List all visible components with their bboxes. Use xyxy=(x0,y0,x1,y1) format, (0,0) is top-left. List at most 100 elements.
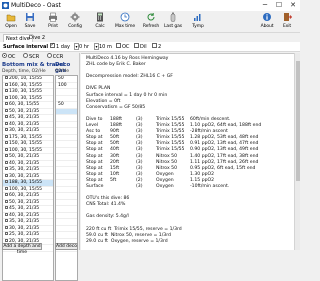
checkbox[interactable] xyxy=(5,186,8,190)
exit-button[interactable]: Exit xyxy=(278,12,296,32)
plan-row: Surface (3) Oxygen -10ft/min ascent. xyxy=(86,184,286,190)
checkbox[interactable] xyxy=(5,121,8,125)
printer-icon xyxy=(49,12,57,22)
checkbox[interactable] xyxy=(5,115,8,118)
checkbox[interactable] xyxy=(5,225,8,229)
dive-plan-pane[interactable]: MultiDeco 4.16 by Ross Hemingway ZHL code… xyxy=(81,53,300,250)
tab-dive-2[interactable]: Dive 2 xyxy=(27,34,47,42)
list-item-text: 188, 30, 15/55 xyxy=(9,180,43,185)
list-item-text: 30, 30, 21/35 xyxy=(9,225,40,231)
option-2[interactable]: 2 xyxy=(152,43,161,51)
app-logo-icon xyxy=(2,2,9,9)
checkbox[interactable] xyxy=(5,108,8,112)
option-dil[interactable]: Dil xyxy=(134,43,147,51)
checkbox[interactable] xyxy=(5,160,8,164)
plan-cell: -10ft/min ascent. xyxy=(190,183,230,189)
checkbox[interactable] xyxy=(5,199,8,203)
radio-ccr[interactable]: CCR xyxy=(46,53,63,60)
close-button[interactable]: ✕ xyxy=(286,0,300,11)
checkbox[interactable] xyxy=(5,180,8,183)
tymp-button[interactable]: Tymp xyxy=(189,12,207,32)
max-time-button[interactable]: Max time xyxy=(114,12,136,32)
list-item-text: 45, 30, 21/35 xyxy=(9,206,40,211)
add-bottom-button[interactable]: Add a depth and time xyxy=(2,243,42,255)
dive-plan-text: MultiDeco 4.16 by Ross Hemingway ZHL code… xyxy=(86,56,286,245)
checkbox[interactable] xyxy=(5,238,8,242)
radio[interactable] xyxy=(46,53,52,58)
surface-interval-label: Surface interval xyxy=(3,44,49,50)
info-icon xyxy=(263,13,271,21)
signal-icon xyxy=(194,14,201,21)
checkbox[interactable] xyxy=(5,232,8,235)
list-item-text: 25, 30, 21/35 xyxy=(9,232,40,237)
checkbox[interactable] xyxy=(5,128,8,131)
checkbox[interactable] xyxy=(5,95,8,99)
list-item-text: 200, 10, 15/55 xyxy=(9,76,43,81)
checkbox[interactable] xyxy=(116,43,121,48)
radio[interactable] xyxy=(2,53,7,58)
list-item-text: 130, 30, 15/55 xyxy=(9,89,43,94)
open-folder-icon xyxy=(6,14,16,22)
deco-gas-subheader: O2/He xyxy=(55,69,70,74)
checkbox[interactable] xyxy=(5,167,8,170)
list-item-text: 60, 30, 21/35 xyxy=(9,193,40,198)
save-disk-icon xyxy=(26,13,34,21)
scrollbar-thumb[interactable] xyxy=(296,61,300,181)
checkbox[interactable] xyxy=(5,82,8,86)
checkbox[interactable] xyxy=(5,76,8,79)
toolbar: Open Save Print Config Calc Max time Ref… xyxy=(0,11,300,33)
checkbox[interactable] xyxy=(5,206,8,209)
vertical-scrollbar[interactable] xyxy=(294,53,300,250)
calc-button[interactable]: Calc xyxy=(91,12,109,32)
checkbox[interactable] xyxy=(5,134,8,138)
last-gas-button[interactable]: Last gas xyxy=(162,12,184,32)
checkbox[interactable] xyxy=(5,141,8,144)
checkbox[interactable] xyxy=(5,173,8,177)
radio-oc[interactable]: OC xyxy=(2,53,15,60)
config-button[interactable]: Config xyxy=(66,12,84,32)
deco-gas-list[interactable]: 50 100 50 xyxy=(55,75,78,281)
maximize-button[interactable]: ☐ xyxy=(272,0,286,11)
settings-row: Surface interval 1 day ▾0 hr ▾10 m OC Di… xyxy=(0,41,300,52)
list-item-text: 40, 30, 21/35 xyxy=(9,160,40,166)
list-item-text: 50, 30, 21/35 xyxy=(9,154,40,159)
left-panel: OC SCR CCR Bottom mix & travel Depth, ti… xyxy=(0,53,80,281)
add-deco-button[interactable]: Add deco xyxy=(55,243,78,250)
refresh-icon xyxy=(147,13,155,21)
option-1-day[interactable]: 1 day xyxy=(50,41,70,51)
checkbox[interactable] xyxy=(5,147,8,151)
about-button[interactable]: About xyxy=(258,12,276,32)
option-0-hr[interactable]: ▾ 0 hr xyxy=(74,43,89,51)
checkbox[interactable] xyxy=(5,212,8,216)
exit-door-icon xyxy=(284,13,292,21)
plan-cell: (3) xyxy=(136,183,143,189)
list-item-text: 175, 30, 15/55 xyxy=(9,134,43,140)
list-item-text: 45, 30, 21/35 xyxy=(9,115,40,120)
print-button[interactable]: Print xyxy=(44,12,62,32)
option-oc[interactable]: OC xyxy=(116,43,129,51)
bottom-mix-list[interactable]: 200, 10, 15/55 160, 30, 15/55 130, 30, 15/… xyxy=(2,75,54,281)
minimize-button[interactable]: ─ xyxy=(258,0,272,11)
radio-scr[interactable]: SCR xyxy=(23,53,39,60)
mode-radio-group: OC SCR CCR xyxy=(2,53,78,61)
window-title: MultiDeco - Oast xyxy=(11,2,61,9)
refresh-button[interactable]: Refresh xyxy=(142,12,160,32)
list-item-text: 50, 30, 21/35 xyxy=(9,199,40,205)
list-item-text: 40, 30, 21/35 xyxy=(9,212,40,218)
open-button[interactable]: Open xyxy=(2,12,20,32)
calculator-icon xyxy=(97,12,103,22)
checkbox[interactable] xyxy=(152,43,157,48)
list-item-text: 35, 30, 21/35 xyxy=(9,167,40,172)
checkbox[interactable] xyxy=(5,219,8,222)
checkbox[interactable] xyxy=(134,43,139,48)
list-item-text: 40, 30, 21/35 xyxy=(9,121,40,127)
checkbox[interactable] xyxy=(5,154,8,157)
clock-icon xyxy=(120,12,130,22)
checkbox[interactable] xyxy=(5,102,8,105)
checkbox[interactable] xyxy=(5,193,8,196)
save-button[interactable]: Save xyxy=(21,12,39,32)
radio[interactable] xyxy=(23,53,29,58)
option-10-m[interactable]: ▾ 10 m xyxy=(94,43,112,51)
checkbox[interactable] xyxy=(50,41,55,49)
checkbox[interactable] xyxy=(5,89,8,92)
